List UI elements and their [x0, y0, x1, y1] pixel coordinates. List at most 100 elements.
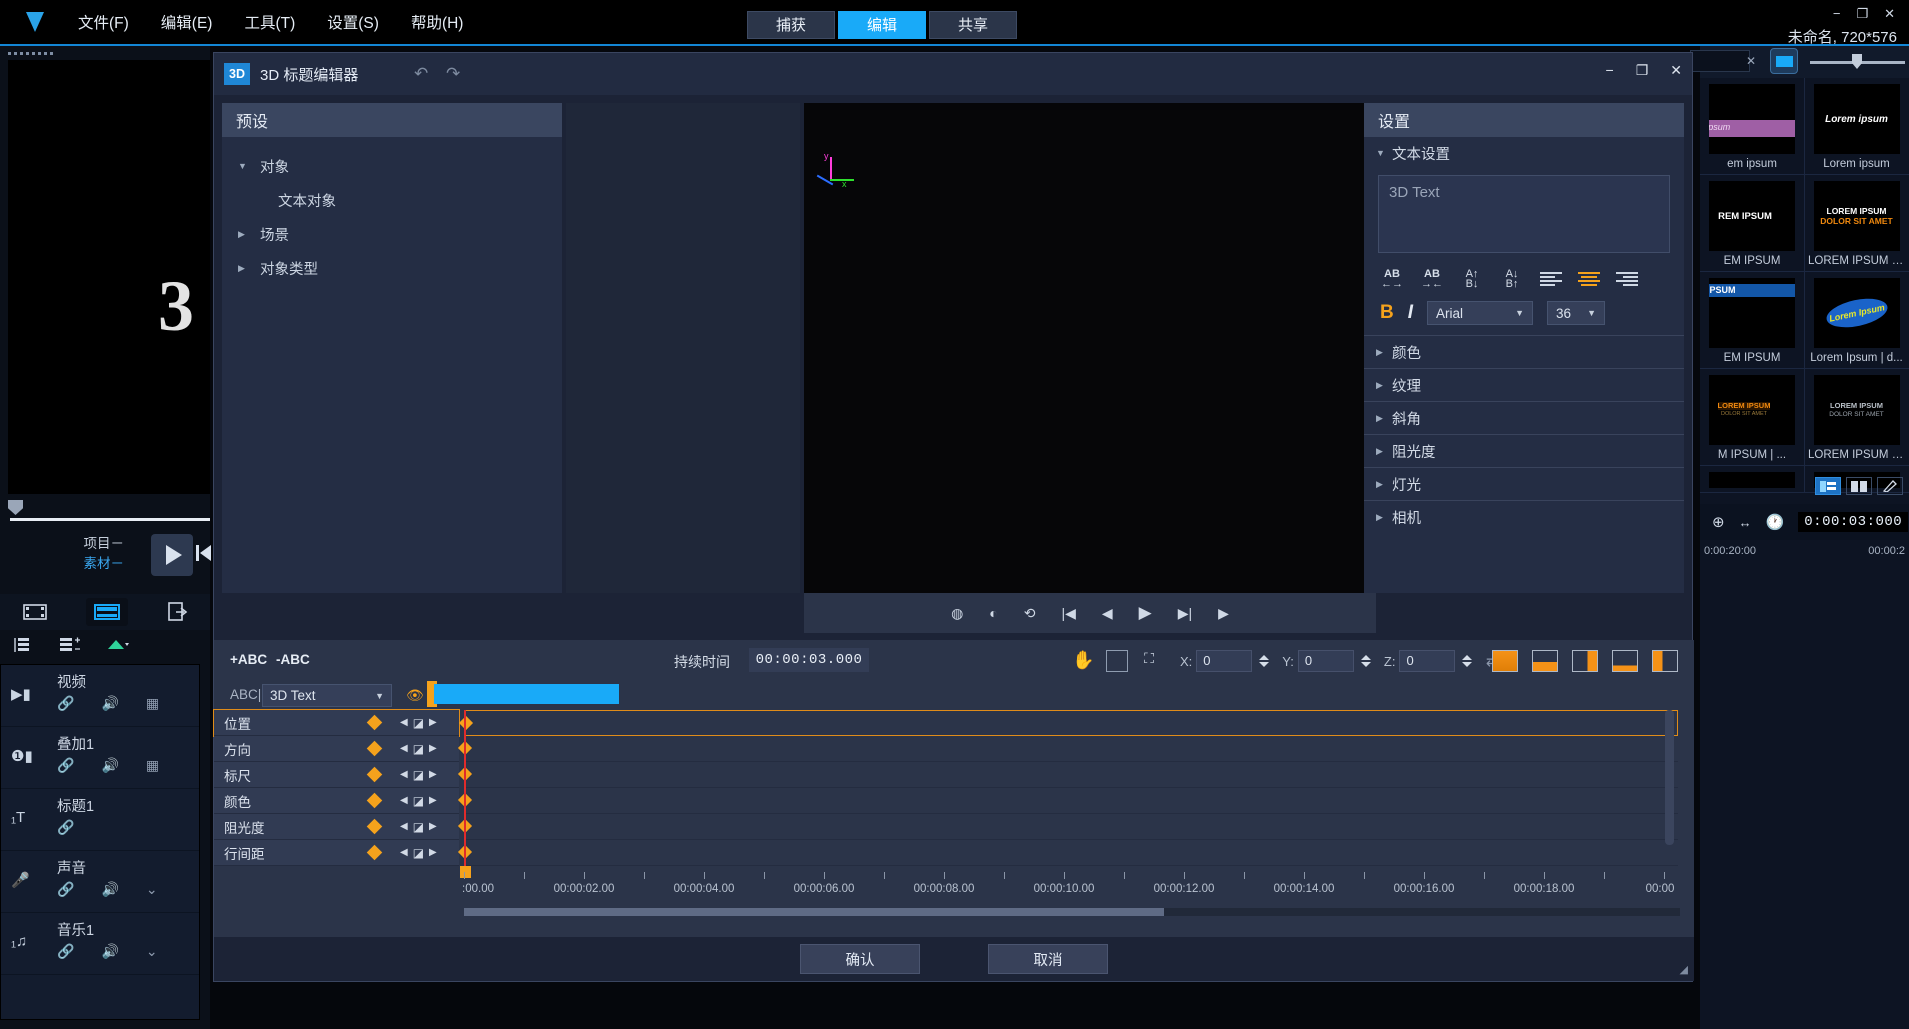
keyframe-nav[interactable]: ◀ ◪ ▶ — [400, 768, 437, 782]
keyframe-row-color[interactable]: 颜色 ◀ ◪ ▶ — [214, 788, 459, 814]
timecode-display[interactable]: 0:00:03:000 — [1798, 512, 1909, 532]
scrubber-track[interactable] — [10, 518, 210, 521]
tab-edit[interactable]: 编辑 — [838, 11, 926, 39]
preset-node-scene[interactable]: ▶ 场景 — [222, 217, 562, 251]
visibility-icon[interactable]: 👁 — [406, 687, 424, 704]
chevron-down-icon[interactable]: ▼ — [238, 161, 260, 171]
library-item[interactable]: M IPSUM EM IPSUM — [1700, 272, 1804, 368]
link-icon[interactable]: 🔗 — [57, 943, 74, 960]
split-view-icon[interactable] — [1846, 477, 1872, 495]
library-item[interactable]: LOREM IPSUM DOLOR SIT AMET LOREM IPSUM |… — [1804, 175, 1908, 271]
remove-object-button[interactable]: -ABC — [276, 652, 310, 667]
duplicate-view-icon[interactable] — [158, 598, 200, 626]
keyframe-lane[interactable] — [457, 788, 1678, 814]
library-item[interactable]: LOREM IPSUM DOLOR SIT AMET M IPSUM | ... — [1700, 369, 1804, 465]
preset-node-object-type[interactable]: ▶ 对象类型 — [222, 251, 562, 285]
timeline-ruler[interactable]: :00.00 00:00:02.00 00:00:04.00 00:00:06.… — [462, 872, 1678, 902]
clear-search-icon[interactable]: ✕ — [1746, 54, 1756, 68]
redo-icon[interactable]: ↷ — [446, 64, 460, 84]
keyframe-nav[interactable]: ◀ ◪ ▶ — [400, 846, 437, 860]
font-family-select[interactable]: Arial ▼ — [1427, 301, 1534, 325]
step-forward-icon[interactable]: ▶| — [1178, 605, 1192, 622]
keyframe-row-position[interactable]: 位置 ◀ ◪ ▶ — [213, 709, 460, 737]
library-item[interactable]: REM IPSUM EM IPSUM — [1700, 175, 1804, 271]
keyframe-scrollbar[interactable] — [1665, 710, 1674, 845]
coord-y-input[interactable]: 0 — [1297, 650, 1354, 672]
track-row[interactable]: ▶▮ 视频 🔗 🔊 ▦ — [1, 665, 199, 727]
link-icon[interactable]: 🔗 — [57, 881, 74, 898]
resize-grip-icon[interactable]: ◢ — [1680, 963, 1688, 976]
timeline-view-icon[interactable] — [86, 598, 128, 626]
letter-spacing-expand-icon[interactable]: AB ←→ — [1380, 267, 1404, 291]
dialog-minimize-icon[interactable]: − — [1606, 62, 1614, 79]
duration-value[interactable]: 00:00:03.000 — [749, 648, 869, 672]
track-row[interactable]: ₁T 标题1 🔗 — [1, 789, 199, 851]
keyframe-row-opacity[interactable]: 阻光度 ◀ ◪ ▶ — [214, 814, 459, 840]
font-size-select[interactable]: 36 ▼ — [1547, 301, 1606, 325]
volume-icon[interactable]: 🔊 — [101, 943, 118, 960]
camera-top-icon[interactable] — [1532, 650, 1558, 672]
italic-button[interactable]: I — [1408, 302, 1413, 324]
mask-icon[interactable]: ▦ — [146, 757, 159, 774]
maximize-icon[interactable]: ❐ — [1856, 6, 1868, 22]
track-manager-icon[interactable] — [14, 637, 34, 658]
coord-z-input[interactable]: 0 — [1399, 650, 1456, 672]
coord-x-stepper[interactable] — [1256, 650, 1272, 672]
section-opacity[interactable]: ▶ 阻光度 — [1364, 435, 1684, 467]
fade-icon[interactable]: ⌄ — [146, 943, 158, 960]
select-tool-icon[interactable] — [1106, 650, 1128, 672]
dialog-maximize-icon[interactable]: ❐ — [1636, 62, 1649, 79]
volume-icon[interactable]: 🔊 — [101, 881, 118, 898]
hand-tool-icon[interactable]: ✋ — [1072, 650, 1094, 671]
keyframe-lane[interactable] — [457, 814, 1678, 840]
section-bevel[interactable]: ▶ 斜角 — [1364, 402, 1684, 434]
chevron-right-icon[interactable]: ▶ — [1376, 479, 1392, 490]
loop-icon[interactable]: ⟲ — [1024, 605, 1036, 622]
scrollbar-thumb[interactable] — [464, 908, 1164, 916]
menu-edit[interactable]: 编辑(E) — [145, 7, 229, 37]
chevron-right-icon[interactable]: ▶ — [1376, 347, 1392, 358]
render-icon[interactable]: ◐ — [989, 605, 997, 621]
keyframe-lane[interactable] — [457, 840, 1678, 866]
coord-x-input[interactable]: 0 — [1196, 650, 1253, 672]
letter-spacing-contract-icon[interactable]: AB →← — [1420, 267, 1444, 291]
keyframe-marker[interactable] — [458, 715, 474, 731]
keyframe-nav[interactable]: ◀ ◪ ▶ — [400, 742, 437, 756]
object-select[interactable]: 3D Text ▼ — [262, 684, 392, 707]
section-text-settings[interactable]: ▼ 文本设置 — [1364, 137, 1684, 169]
link-icon[interactable]: 🔗 — [57, 819, 74, 836]
section-lighting[interactable]: ▶ 灯光 — [1364, 468, 1684, 500]
text-content-input[interactable]: 3D Text — [1378, 175, 1670, 253]
chevron-right-icon[interactable]: ▶ — [1376, 380, 1392, 391]
timeline-horizontal-scrollbar[interactable] — [464, 908, 1680, 916]
preview-scrubber[interactable] — [0, 496, 210, 530]
volume-icon[interactable]: 🔊 — [101, 695, 118, 712]
keyframe-diamond-icon[interactable] — [366, 766, 383, 783]
play-icon[interactable]: ▶ — [1139, 603, 1152, 623]
section-camera[interactable]: ▶ 相机 — [1364, 501, 1684, 533]
volume-icon[interactable]: 🔊 — [101, 757, 118, 774]
menu-file[interactable]: 文件(F) — [62, 7, 145, 37]
mask-icon[interactable]: ▦ — [146, 695, 159, 712]
camera-left-icon[interactable] — [1572, 650, 1598, 672]
bold-button[interactable]: B — [1380, 302, 1394, 324]
section-color[interactable]: ▶ 颜色 — [1364, 336, 1684, 368]
light-icon[interactable]: ◍ — [951, 605, 963, 622]
fade-icon[interactable]: ⌄ — [146, 881, 158, 898]
keyframe-nav[interactable]: ◀ ◪ ▶ — [400, 716, 437, 730]
library-item[interactable]: LOREM IPSUM DOLOR SIT AMET LOREM IPSUM |… — [1804, 369, 1908, 465]
camera-persp-icon[interactable] — [1652, 650, 1678, 672]
chevron-down-icon[interactable]: ▼ — [1376, 148, 1392, 158]
track-row[interactable]: ₁♫ 音乐1 🔗 🔊 ⌄ — [1, 913, 199, 975]
section-texture[interactable]: ▶ 纹理 — [1364, 369, 1684, 401]
link-icon[interactable]: 🔗 — [57, 757, 74, 774]
play-button[interactable] — [151, 534, 193, 576]
menu-settings[interactable]: 设置(S) — [311, 7, 395, 37]
library-item[interactable]: Lorem ipsum Lorem ipsum — [1804, 78, 1908, 174]
align-center-icon[interactable] — [1578, 271, 1600, 287]
coord-y-stepper[interactable] — [1358, 650, 1374, 672]
camera-front-icon[interactable] — [1492, 650, 1518, 672]
coord-z-stepper[interactable] — [1459, 650, 1475, 672]
tab-share[interactable]: 共享 — [929, 11, 1017, 39]
keyframe-lane[interactable] — [458, 710, 1678, 736]
